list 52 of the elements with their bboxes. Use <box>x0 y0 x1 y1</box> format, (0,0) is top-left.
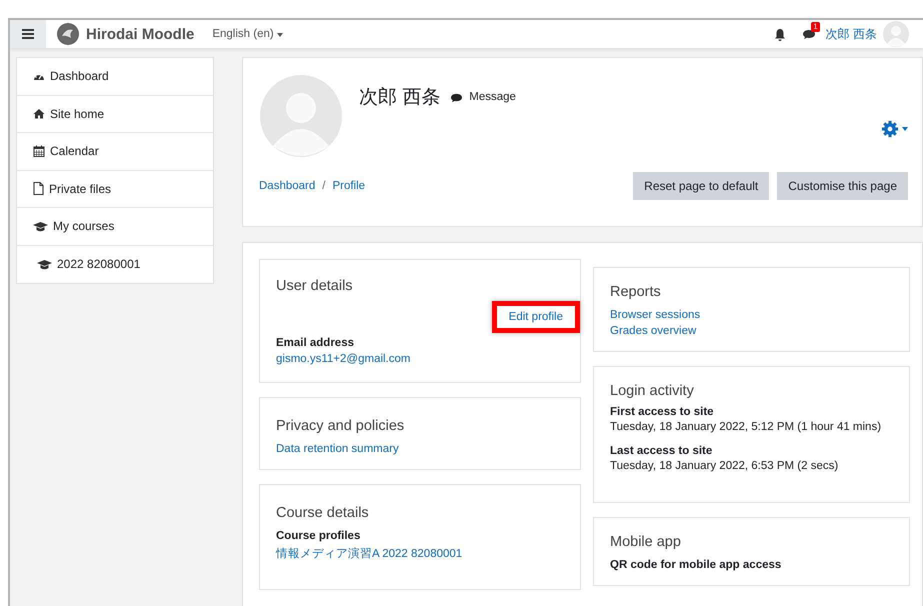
file-icon <box>33 182 44 196</box>
avatar-icon <box>259 74 343 158</box>
page-button[interactable]: Customise this page <box>777 172 908 200</box>
block-title: User details <box>276 278 353 294</box>
sidebar-item[interactable]: Site home <box>17 96 213 133</box>
field-value: Tuesday, 18 January 2022, 5:12 PM (1 hour 41 mins) <box>610 421 882 433</box>
breadcrumb-link[interactable]: Dashboard <box>259 180 316 192</box>
breadcrumb-link[interactable]: Profile <box>332 180 366 192</box>
report-link[interactable]: Grades overview <box>610 325 696 337</box>
report-link[interactable]: Browser sessions <box>610 309 700 321</box>
sidebar-item[interactable]: Calendar <box>17 133 213 170</box>
logo-icon[interactable] <box>56 22 80 46</box>
field-label: Email address <box>276 337 354 349</box>
menu-icon <box>22 29 34 39</box>
graduation-cap-icon <box>37 258 52 270</box>
email-link[interactable]: gismo.ys11+2@gmail.com <box>276 353 410 365</box>
chat-icon[interactable] <box>450 92 464 102</box>
notification-badge: 1 <box>811 22 820 32</box>
sidebar-item[interactable]: Dashboard <box>17 58 213 96</box>
settings-icon <box>881 120 899 138</box>
block-title: Reports <box>610 284 661 300</box>
block-link[interactable]: Data retention summary <box>276 443 399 455</box>
user-name[interactable]: 次郎 西条 <box>826 26 877 42</box>
message-link[interactable]: Message <box>469 91 516 103</box>
settings-menu[interactable] <box>881 120 908 138</box>
block-title: Login activity <box>610 383 694 399</box>
house-icon <box>33 108 45 120</box>
block-title: Mobile app <box>610 534 681 550</box>
block-title: Privacy and policies <box>276 418 404 434</box>
sidebar-item[interactable]: My courses <box>17 208 213 246</box>
field-label: Last access to site <box>610 445 714 457</box>
field-label: Course profiles <box>276 530 360 542</box>
edit-profile-link[interactable]: Edit profile <box>492 301 580 333</box>
menu-button[interactable] <box>10 20 46 48</box>
language-menu[interactable]: English (en) <box>208 28 287 40</box>
profile-name: 次郎 西条 <box>359 86 440 110</box>
calendar-icon <box>33 145 45 158</box>
caret-icon <box>276 33 283 37</box>
page-button[interactable]: Reset page to default <box>633 172 770 200</box>
field-value: Tuesday, 18 January 2022, 6:53 PM (2 secs) <box>610 460 838 472</box>
block-title: Course details <box>276 505 369 521</box>
breadcrumb-separator: / <box>322 180 326 192</box>
sidebar-item[interactable]: Private files <box>17 170 213 208</box>
course-link[interactable]: 情報メディア演習A 2022 82080001 <box>276 546 462 561</box>
caret-icon <box>902 127 908 131</box>
site-name[interactable]: Hirodai Moodle <box>86 26 194 42</box>
graduation-cap-icon <box>33 220 48 232</box>
sidebar-item[interactable]: 2022 82080001 <box>17 246 213 283</box>
field-label: First access to site <box>610 406 715 418</box>
bell-icon[interactable] <box>774 28 786 40</box>
field-label: QR code for mobile app access <box>610 559 782 571</box>
chat-icon[interactable] <box>802 28 816 40</box>
